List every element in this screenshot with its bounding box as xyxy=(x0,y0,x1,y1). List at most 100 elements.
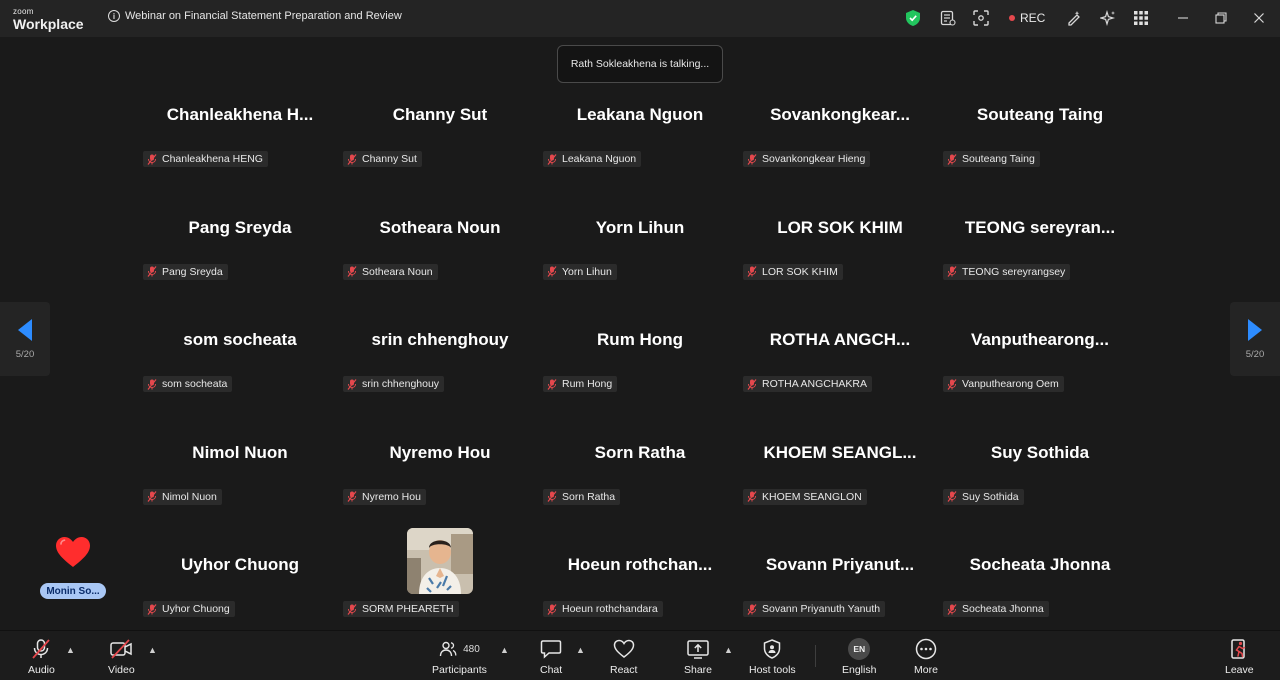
info-icon[interactable]: i xyxy=(108,10,120,22)
prev-page-button[interactable]: 5/20 xyxy=(0,302,50,376)
participant-display-name: Vanputhearong... xyxy=(971,330,1109,350)
summary-icon[interactable] xyxy=(940,9,956,27)
participant-display-name: ROTHA ANGCH... xyxy=(769,330,911,350)
participant-tile[interactable]: srin chhenghouy srin chhenghouy xyxy=(340,317,540,429)
next-page-button[interactable]: 5/20 xyxy=(1230,302,1280,376)
page-indicator-left: 5/20 xyxy=(15,348,35,360)
leave-label: Leave xyxy=(1225,664,1254,676)
participant-tile[interactable]: KHOEM SEANGL... KHOEM SEANGLON xyxy=(740,430,940,542)
mic-muted-icon xyxy=(747,378,757,390)
participant-tile[interactable]: Sorn Ratha Sorn Ratha xyxy=(540,430,740,542)
mic-muted-icon xyxy=(30,637,52,661)
participant-name-tag: Chanleakhena HENG xyxy=(143,151,268,167)
participant-name-label: Hoeun rothchandara xyxy=(562,603,658,616)
participant-tile[interactable]: Leakana Nguon Leakana Nguon xyxy=(540,92,740,204)
participant-tile[interactable]: TEONG sereyran... TEONG sereyrangsey xyxy=(940,205,1140,317)
participant-name-tag: som socheata xyxy=(143,376,233,393)
participant-name-label: Channy Sut xyxy=(362,153,417,165)
participant-tile[interactable]: Nyremo Hou Nyremo Hou xyxy=(340,430,540,542)
share-options-chevron-icon[interactable]: ▲ xyxy=(724,645,733,655)
participant-name-tag: Sovankongkear Hieng xyxy=(743,151,871,167)
participants-options-chevron-icon[interactable]: ▲ xyxy=(500,645,509,655)
participant-display-name: Uyhor Chuong xyxy=(180,555,300,575)
participant-name-label: som socheata xyxy=(162,378,228,391)
host-tools-shield-icon xyxy=(763,637,781,661)
participants-icon: 480 xyxy=(439,637,480,661)
participant-tile[interactable]: Channy Sut Channy Sut xyxy=(340,92,540,204)
participant-tile[interactable]: Sovankongkear... Sovankongkear Hieng xyxy=(740,92,940,204)
audio-options-chevron-icon[interactable]: ▲ xyxy=(66,645,75,655)
share-button[interactable]: Share xyxy=(684,637,712,676)
meeting-info[interactable]: i Webinar on Financial Statement Prepara… xyxy=(108,10,402,22)
restore-window-icon[interactable] xyxy=(1215,9,1227,27)
close-window-icon[interactable] xyxy=(1253,9,1265,27)
participant-name-tag: Sorn Ratha xyxy=(543,488,621,505)
participant-name-label: ROTHA ANGCHAKRA xyxy=(762,378,868,391)
participant-name-label: Souteang Taing xyxy=(962,153,1035,165)
participant-name-label: Socheata Jhonna xyxy=(962,603,1044,616)
participant-tile[interactable]: Souteang Taing Souteang Taing xyxy=(940,92,1140,204)
participant-display-name: Pang Sreyda xyxy=(188,217,292,237)
mic-muted-icon xyxy=(347,378,357,390)
mic-muted-icon xyxy=(747,266,757,277)
heart-reaction-icon xyxy=(55,536,91,573)
participant-display-name: Sovankongkear... xyxy=(770,105,910,124)
host-tools-button[interactable]: Host tools xyxy=(749,637,796,676)
react-button[interactable]: React xyxy=(610,637,637,676)
participants-button[interactable]: 480 Participants xyxy=(432,637,487,676)
participant-name-label: Vanputhearong Oem xyxy=(962,378,1059,391)
mic-muted-icon xyxy=(947,604,957,615)
participant-name-label: SORM PHEARETH xyxy=(362,603,454,616)
participant-tile[interactable]: LOR SOK KHIM LOR SOK KHIM xyxy=(740,205,940,317)
video-button[interactable]: Video xyxy=(108,637,135,676)
participant-name-label: Rum Hong xyxy=(562,378,613,391)
title-bar: zoom Workplace i Webinar on Financial St… xyxy=(0,0,1280,37)
ai-companion-icon[interactable] xyxy=(1100,9,1116,27)
participant-tile[interactable]: ROTHA ANGCH... ROTHA ANGCHAKRA xyxy=(740,317,940,429)
participant-display-name: Channy Sut xyxy=(392,105,488,124)
participant-tile[interactable]: Yorn Lihun Yorn Lihun xyxy=(540,205,740,317)
participant-name-label: Nyremo Hou xyxy=(362,490,421,503)
recording-indicator[interactable]: REC xyxy=(1009,9,1045,27)
participant-tile[interactable]: Nimol Nuon Nimol Nuon xyxy=(140,430,340,542)
mic-muted-icon xyxy=(947,266,957,277)
participant-name-tag: Vanputhearong Oem xyxy=(943,376,1064,393)
shield-security-icon[interactable] xyxy=(906,9,920,27)
chat-options-chevron-icon[interactable]: ▲ xyxy=(576,645,585,655)
page-indicator-right: 5/20 xyxy=(1245,348,1265,360)
participant-name-tag: Souteang Taing xyxy=(943,151,1040,167)
audio-button[interactable]: Audio xyxy=(28,637,55,676)
participant-tile[interactable]: Chanleakhena H... Chanleakhena HENG xyxy=(140,92,340,204)
apps-grid-icon[interactable] xyxy=(1134,9,1148,27)
language-code: EN xyxy=(848,638,871,660)
mic-muted-icon xyxy=(947,153,957,165)
participant-tile[interactable]: Vanputhearong... Vanputhearong Oem xyxy=(940,317,1140,429)
recording-dot-icon xyxy=(1009,15,1015,21)
leave-button[interactable]: Leave xyxy=(1225,637,1254,676)
mic-muted-icon xyxy=(347,266,357,277)
minimize-icon[interactable] xyxy=(1177,9,1189,27)
video-off-icon xyxy=(109,637,133,661)
participant-tile[interactable]: Pang Sreyda Pang Sreyda xyxy=(140,205,340,317)
participant-tile[interactable]: som socheata som socheata xyxy=(140,317,340,429)
share-screen-icon xyxy=(686,637,710,661)
chat-button[interactable]: Chat xyxy=(540,637,562,676)
participant-display-name: Hoeun rothchan... xyxy=(567,555,713,575)
language-button[interactable]: EN English xyxy=(842,637,876,676)
more-button[interactable]: More xyxy=(914,637,938,676)
participant-tile[interactable]: Rum Hong Rum Hong xyxy=(540,317,740,429)
participant-name-label: Uyhor Chuong xyxy=(162,603,230,616)
participant-tile[interactable]: Suy Sothida Suy Sothida xyxy=(940,430,1140,542)
arrow-right-icon xyxy=(1248,318,1262,341)
participant-display-name: Nyremo Hou xyxy=(389,442,491,462)
more-dots-icon xyxy=(915,637,937,661)
toolbar-divider xyxy=(815,645,816,667)
share-label: Share xyxy=(684,664,713,676)
mic-muted-icon xyxy=(147,378,157,390)
video-options-chevron-icon[interactable]: ▲ xyxy=(148,645,157,655)
participant-name-tag: TEONG sereyrangsey xyxy=(943,263,1071,280)
annotate-pen-icon[interactable] xyxy=(1066,9,1082,27)
view-layout-icon[interactable] xyxy=(973,9,989,27)
participant-name-tag: Channy Sut xyxy=(343,151,422,167)
participant-tile[interactable]: Sotheara Noun Sotheara Noun xyxy=(340,205,540,317)
